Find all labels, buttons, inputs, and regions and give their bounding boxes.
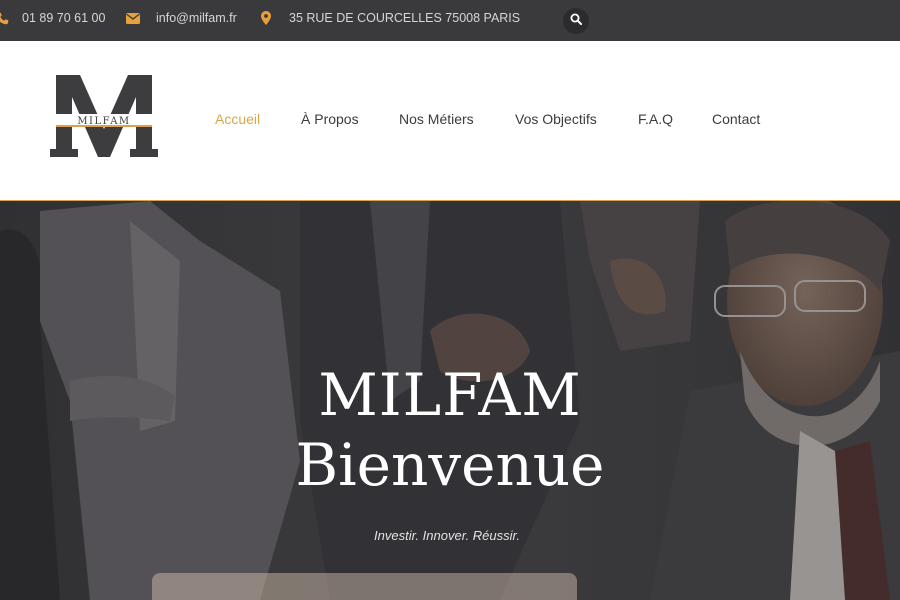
hero-banner: MILFAM Bienvenue Investir. Innover. Réus… xyxy=(0,201,900,600)
hero-title-line2: Bienvenue xyxy=(295,431,605,499)
email-address: info@milfam.fr xyxy=(156,11,237,25)
top-bar: 01 89 70 61 00 info@milfam.fr 35 RUE DE … xyxy=(0,0,900,41)
main-navigation: Accueil À Propos Nos Métiers Vos Objecti… xyxy=(0,41,900,201)
phone-number: 01 89 70 61 00 xyxy=(22,11,106,25)
nav-item-a-propos[interactable]: À Propos xyxy=(301,111,359,127)
address-contact[interactable]: 35 RUE DE COURCELLES 75008 PARIS xyxy=(261,0,520,36)
search-icon xyxy=(570,12,582,30)
envelope-icon xyxy=(126,12,140,24)
nav-item-contact[interactable]: Contact xyxy=(712,111,760,127)
site-header: MILFAM Accueil À Propos Nos Métiers Vos … xyxy=(0,41,900,201)
hero-laptop-shape xyxy=(152,573,577,600)
nav-item-faq[interactable]: F.A.Q xyxy=(638,111,673,127)
phone-icon xyxy=(0,12,9,25)
street-address: 35 RUE DE COURCELLES 75008 PARIS xyxy=(289,11,521,25)
map-marker-icon xyxy=(261,11,271,25)
search-button[interactable] xyxy=(563,8,589,34)
phone-contact[interactable]: 01 89 70 61 00 xyxy=(0,0,105,36)
hero-tagline: Investir. Innover. Réussir. xyxy=(374,528,520,543)
hero-title-line1: MILFAM xyxy=(318,361,582,429)
nav-item-nos-metiers[interactable]: Nos Métiers xyxy=(399,111,474,127)
nav-item-accueil[interactable]: Accueil xyxy=(215,111,260,127)
nav-item-vos-objectifs[interactable]: Vos Objectifs xyxy=(515,111,597,127)
email-contact[interactable]: info@milfam.fr xyxy=(126,0,237,36)
